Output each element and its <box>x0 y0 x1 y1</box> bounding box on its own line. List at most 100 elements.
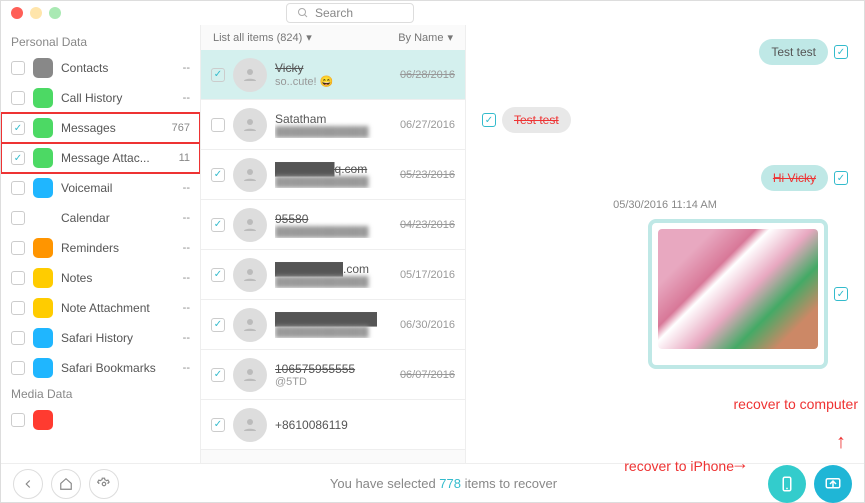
sidebar-item-label: Calendar <box>61 211 175 225</box>
chevron-down-icon: ▾ <box>306 31 312 44</box>
avatar <box>233 208 267 242</box>
settings-button[interactable] <box>89 469 119 499</box>
message-date: 06/07/2016 <box>400 369 455 381</box>
checkbox[interactable] <box>11 331 25 345</box>
back-button[interactable] <box>13 469 43 499</box>
checkbox[interactable] <box>11 271 25 285</box>
avatar <box>233 108 267 142</box>
sidebar-item[interactable]: Reminders -- <box>1 233 200 263</box>
message-bubble-out: Hi Vicky <box>761 165 828 191</box>
conversation-row[interactable]: Satatham ████████████ 06/27/2016 <box>201 100 465 150</box>
message-checkbox[interactable]: ✓ <box>834 171 848 185</box>
sidebar-item[interactable]: Safari Bookmarks -- <box>1 353 200 383</box>
conversation-row[interactable]: ✓ +8610086119 <box>201 400 465 450</box>
sidebar-item-label: Voicemail <box>61 181 175 195</box>
recover-to-iphone-button[interactable] <box>768 465 806 503</box>
contact-name: 95580 <box>275 212 392 226</box>
sidebar-item-badge: -- <box>183 332 190 344</box>
sort-dropdown[interactable]: By Name ▾ <box>398 31 453 44</box>
message-checkbox[interactable]: ✓ <box>482 113 496 127</box>
search-input[interactable]: Search <box>286 3 414 23</box>
sidebar-item[interactable]: Safari History -- <box>1 323 200 353</box>
home-button[interactable] <box>51 469 81 499</box>
zoom-dot[interactable] <box>49 7 61 19</box>
avatar <box>233 258 267 292</box>
sidebar-item-media[interactable] <box>1 405 200 435</box>
message-bubble-out: Test test <box>759 39 828 65</box>
checkbox[interactable]: ✓ <box>211 218 225 232</box>
conversation-panel: Test test ✓ ✓ Test test Hi Vicky ✓ 05/30… <box>466 25 864 463</box>
sidebar-item[interactable]: ✓ Messages 767 <box>1 113 200 143</box>
sidebar-item-badge: -- <box>183 212 190 224</box>
checkbox[interactable]: ✓ <box>211 268 225 282</box>
sidebar-item[interactable]: Notes -- <box>1 263 200 293</box>
checkbox[interactable]: ✓ <box>11 151 25 165</box>
sidebar-item-label: Safari History <box>61 331 175 345</box>
conversation-row[interactable]: ✓ 95580 ████████████ 04/23/2016 <box>201 200 465 250</box>
checkbox[interactable] <box>211 118 225 132</box>
checkbox[interactable]: ✓ <box>211 318 225 332</box>
checkbox[interactable]: ✓ <box>211 368 225 382</box>
checkbox[interactable] <box>11 301 25 315</box>
conversation-row[interactable]: ✓ ███████q.com ████████████ 05/23/2016 <box>201 150 465 200</box>
window-controls <box>1 7 201 19</box>
sidebar-item[interactable]: Note Attachment -- <box>1 293 200 323</box>
sidebar-item[interactable]: ✓ Message Attac... 11 <box>1 143 200 173</box>
sidebar-item-badge: -- <box>183 242 190 254</box>
sidebar-item[interactable]: Voicemail -- <box>1 173 200 203</box>
contact-name: ███████q.com <box>275 162 392 176</box>
sidebar-item-label: Message Attac... <box>61 151 171 165</box>
checkbox[interactable]: ✓ <box>211 168 225 182</box>
checkbox[interactable]: ✓ <box>211 68 225 82</box>
message-date: 06/28/2016 <box>400 69 455 81</box>
chevron-down-icon: ▾ <box>447 31 453 44</box>
checkbox[interactable] <box>11 413 25 427</box>
avatar <box>233 158 267 192</box>
close-dot[interactable] <box>11 7 23 19</box>
checkbox[interactable]: ✓ <box>211 418 225 432</box>
conversation-row[interactable]: ✓ ████████████ ████████████ 06/30/2016 <box>201 300 465 350</box>
category-icon <box>33 298 53 318</box>
minimize-dot[interactable] <box>30 7 42 19</box>
checkbox[interactable] <box>11 211 25 225</box>
sidebar-header-media: Media Data <box>1 383 200 405</box>
message-checkbox[interactable]: ✓ <box>834 287 848 301</box>
checkbox[interactable]: ✓ <box>11 121 25 135</box>
sidebar-item-label: Safari Bookmarks <box>61 361 175 375</box>
checkbox[interactable] <box>11 61 25 75</box>
conversation-row[interactable]: ✓ Vicky so..cute! 😄 06/28/2016 <box>201 50 465 100</box>
filter-dropdown[interactable]: List all items (824) ▾ <box>213 31 312 44</box>
category-icon <box>33 148 53 168</box>
sidebar-item-label: Messages <box>61 121 164 135</box>
avatar <box>233 408 267 442</box>
sidebar-item[interactable]: Contacts -- <box>1 53 200 83</box>
message-list-panel: List all items (824) ▾ By Name ▾ ✓ Vicky… <box>201 25 466 463</box>
category-icon <box>33 208 53 228</box>
category-icon <box>33 268 53 288</box>
checkbox[interactable] <box>11 91 25 105</box>
sidebar-item-badge: -- <box>183 272 190 284</box>
message-bubble-in: Test test <box>502 107 571 133</box>
checkbox[interactable] <box>11 181 25 195</box>
message-date: 06/27/2016 <box>400 119 455 131</box>
conversation-row[interactable]: ✓ ████████.com ████████████ 05/17/2016 <box>201 250 465 300</box>
sidebar-header-personal: Personal Data <box>1 31 200 53</box>
image-attachment[interactable] <box>648 219 828 369</box>
message-preview: ████████████ <box>275 226 392 238</box>
contact-name: ████████.com <box>275 262 392 276</box>
conversation-row[interactable]: ✓ 106575955555 @5TD 06/07/2016 <box>201 350 465 400</box>
avatar <box>233 58 267 92</box>
sidebar-item-badge: -- <box>183 362 190 374</box>
message-preview: @5TD <box>275 376 392 388</box>
recover-to-computer-button[interactable] <box>814 465 852 503</box>
footer-bar: You have selected 778 items to recover <box>1 463 864 503</box>
checkbox[interactable] <box>11 241 25 255</box>
sidebar-item-badge: -- <box>183 92 190 104</box>
message-checkbox[interactable]: ✓ <box>834 45 848 59</box>
flower-image <box>658 229 818 349</box>
avatar <box>233 308 267 342</box>
sidebar-item[interactable]: Call History -- <box>1 83 200 113</box>
sidebar-item-badge: -- <box>183 62 190 74</box>
checkbox[interactable] <box>11 361 25 375</box>
sidebar-item[interactable]: Calendar -- <box>1 203 200 233</box>
